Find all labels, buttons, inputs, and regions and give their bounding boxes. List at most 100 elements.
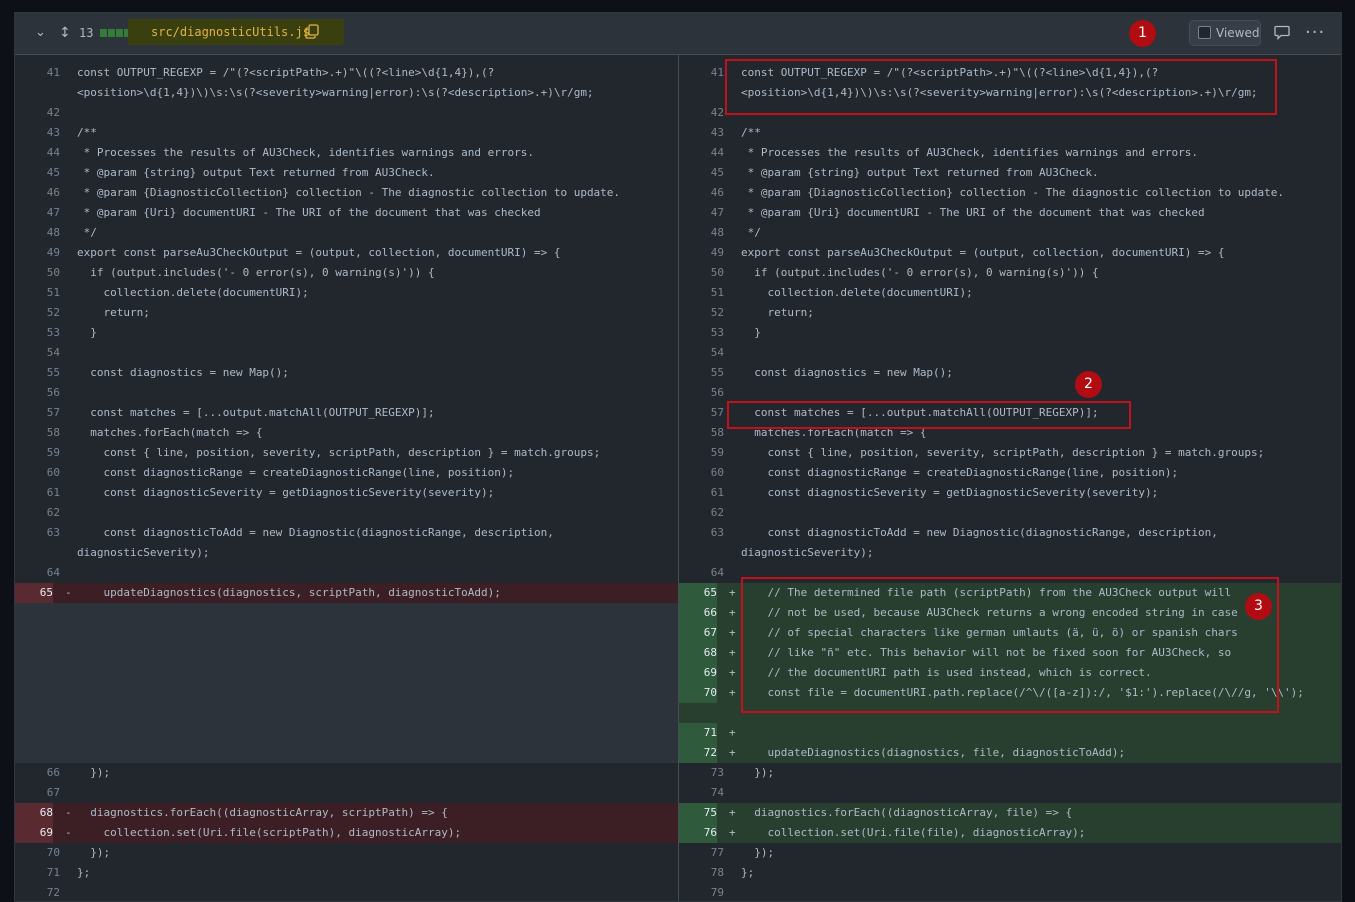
line-number[interactable]: 56 [679,383,724,403]
line-number[interactable]: 73 [679,763,724,783]
diff-line: 76 + collection.set(Uri.file(file), diagn… [679,823,1341,843]
line-number[interactable]: 66 [679,603,717,623]
code-text: * @param {DiagnosticCollection} collecti… [77,186,621,199]
line-number[interactable]: 75 [679,803,717,823]
line-number[interactable]: 61 [15,483,60,503]
line-number[interactable]: 63 [15,523,60,543]
line-number[interactable]: 67 [15,783,60,803]
diff-line: 55 const diagnostics = new Map(); [679,363,1341,383]
line-number[interactable]: 41 [679,63,724,83]
expand-all-icon[interactable]: ↕ [59,25,71,41]
line-number[interactable]: 51 [679,283,724,303]
line-number[interactable]: 57 [679,403,724,423]
line-number[interactable]: 43 [15,123,60,143]
line-number[interactable]: 68 [679,643,717,663]
line-number[interactable]: 57 [15,403,60,423]
line-number[interactable]: 49 [679,243,724,263]
line-number[interactable]: 62 [679,503,724,523]
line-number[interactable]: 79 [679,883,724,901]
comment-icon[interactable] [1274,24,1290,40]
line-number[interactable]: 74 [679,783,724,803]
line-number[interactable]: 67 [679,623,717,643]
line-number[interactable]: 77 [679,843,724,863]
line-number[interactable]: 70 [15,843,60,863]
line-number[interactable]: 65 [679,583,717,603]
line-number[interactable]: 59 [15,443,60,463]
line-number[interactable]: 71 [15,863,60,883]
diff-line-partial [15,55,678,63]
diff-line: 70 }); [15,843,678,863]
line-number[interactable]: 71 [679,723,717,743]
diff-marker: - [65,806,72,819]
more-options-icon[interactable]: ··· [1305,22,1325,43]
line-number[interactable]: 45 [679,163,724,183]
line-number[interactable]: 48 [679,223,724,243]
line-number[interactable]: 59 [679,443,724,463]
viewed-toggle[interactable]: Viewed [1189,20,1261,46]
diff-line: 61 const diagnosticSeverity = getDiagnos… [679,483,1341,503]
line-number[interactable]: 45 [15,163,60,183]
line-number[interactable]: 44 [679,143,724,163]
line-number[interactable]: 51 [15,283,60,303]
line-number[interactable]: 41 [15,63,60,83]
line-number[interactable]: 55 [15,363,60,383]
code-text: /** [741,126,761,139]
line-number[interactable]: 65 [15,583,53,603]
diff-line: 53 } [15,323,678,343]
line-number[interactable]: 42 [15,103,60,123]
line-number[interactable]: 66 [15,763,60,783]
diff-line: 78}; [679,863,1341,883]
line-number[interactable]: 48 [15,223,60,243]
line-number[interactable]: 63 [679,523,724,543]
line-number[interactable]: 78 [679,863,724,883]
line-number[interactable]: 44 [15,143,60,163]
chevron-down-icon[interactable]: ⌄ [35,26,49,40]
line-number[interactable]: 70 [679,683,717,703]
line-number[interactable]: 69 [15,823,53,843]
line-number[interactable]: 58 [679,423,724,443]
line-number[interactable]: 55 [679,363,724,383]
line-number[interactable]: 62 [15,503,60,523]
viewed-label: Viewed [1216,26,1260,40]
code-text: collection.delete(documentURI); [77,286,309,299]
line-number[interactable]: 50 [15,263,60,283]
annotation-badge-3: 3 [1245,593,1272,620]
diff-line: 48 */ [679,223,1341,243]
line-number[interactable]: 53 [679,323,724,343]
viewed-checkbox[interactable] [1198,26,1211,39]
code-text: * @param {Uri} documentURI - The URI of … [77,206,541,219]
line-number[interactable]: 52 [679,303,724,323]
line-number[interactable]: 52 [15,303,60,323]
line-number[interactable]: 53 [15,323,60,343]
line-number[interactable]: 46 [15,183,60,203]
diff-line: 68- diagnostics.forEach((diagnosticArray… [15,803,678,823]
file-path-link[interactable]: src/diagnosticUtils.js [151,25,310,39]
line-number[interactable]: 43 [679,123,724,143]
line-number[interactable]: 64 [679,563,724,583]
line-number[interactable]: 46 [679,183,724,203]
line-number[interactable]: 58 [15,423,60,443]
code-text: }); [741,766,775,779]
line-number[interactable]: 60 [679,463,724,483]
line-number[interactable]: 72 [679,743,717,763]
line-number[interactable]: 56 [15,383,60,403]
diff-line: 47 * @param {Uri} documentURI - The URI … [15,203,678,223]
line-number[interactable]: 68 [15,803,53,823]
line-number[interactable]: 76 [679,823,717,843]
line-number[interactable]: 69 [679,663,717,683]
line-number[interactable]: 60 [15,463,60,483]
line-number[interactable]: 42 [679,103,724,123]
line-number[interactable]: 64 [15,563,60,583]
line-number[interactable]: 50 [679,263,724,283]
copy-icon[interactable] [305,24,319,39]
line-number[interactable]: 54 [679,343,724,363]
line-number[interactable]: 72 [15,883,60,901]
code-text: // like "ñ" etc. This behavior will not … [741,646,1232,659]
diff-line: 56 [679,383,1341,403]
line-number[interactable]: 61 [679,483,724,503]
line-number[interactable]: 49 [15,243,60,263]
diff-line: 63 const diagnosticToAdd = new Diagnosti… [15,523,678,563]
line-number[interactable]: 47 [15,203,60,223]
line-number[interactable]: 54 [15,343,60,363]
line-number[interactable]: 47 [679,203,724,223]
